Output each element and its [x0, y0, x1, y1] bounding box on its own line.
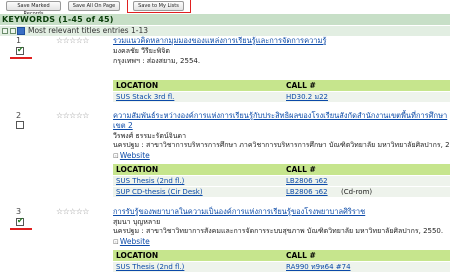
record-title-link[interactable]: ความสัมพันธ์ระหว่างองค์การแห่งการเรียนรู…	[113, 111, 450, 131]
rating-stars[interactable]: ☆☆☆☆☆	[56, 36, 89, 45]
record-number: 2	[16, 111, 22, 120]
red-underline	[10, 228, 32, 230]
call-number-link[interactable]: RA990 ท9ห64 #74	[286, 262, 351, 272]
rating-stars[interactable]: ☆☆☆☆☆	[56, 207, 89, 216]
holdings-header: LOCATION CALL #	[113, 80, 450, 91]
call-header: CALL #	[286, 81, 316, 90]
record-number: 1	[16, 36, 22, 45]
website-label[interactable]: Website	[120, 151, 150, 160]
relevance-icon	[17, 27, 25, 35]
expand-icon[interactable]	[2, 28, 8, 34]
results-header: KEYWORDS (1-45 of 45)	[0, 14, 450, 25]
call-header: CALL #	[286, 165, 316, 174]
record-author: สุมนา บุญหลาย	[113, 218, 161, 226]
website-link[interactable]: ⊡Website	[113, 151, 150, 160]
call-header: CALL #	[286, 251, 316, 260]
holdings-header: LOCATION CALL #	[113, 164, 450, 175]
save-marked-records-button[interactable]: Save Marked Records	[6, 1, 61, 17]
record-title-link[interactable]: การรับรู้ของพยาบาลในความเป็นองค์การแห่งก…	[113, 207, 365, 217]
red-underline	[10, 57, 32, 59]
holding-row: SUS Thesis (2nd fl.) LB2806 ว62	[113, 176, 450, 186]
call-number-link[interactable]: HD30.2 ม22	[286, 92, 328, 102]
location-link[interactable]: SUP CD-thesis (Cir Desk)	[116, 187, 203, 197]
link-icon: ⊡	[113, 152, 119, 160]
record-author: วีรพงศ์ ธรรมะรัตน์จินดา	[113, 132, 187, 140]
website-label[interactable]: Website	[120, 237, 150, 246]
call-number-link[interactable]: LB2806 ว62	[286, 187, 328, 197]
location-header: LOCATION	[116, 251, 159, 260]
results-title: KEYWORDS (1-45 of 45)	[2, 15, 114, 24]
holding-row: SUS Stack 3rd fl. HD30.2 ม22	[113, 92, 450, 102]
location-link[interactable]: SUS Stack 3rd fl.	[116, 92, 174, 102]
location-header: LOCATION	[116, 165, 159, 174]
record-publisher: กรุงเทพฯ : ส่องสยาม, 2554.	[113, 57, 201, 65]
highlight-box	[127, 0, 191, 13]
record-number: 3	[16, 207, 22, 216]
rating-stars[interactable]: ☆☆☆☆☆	[56, 111, 89, 120]
location-link[interactable]: SUS Thesis (2nd fl.)	[116, 176, 184, 186]
collapse-icon[interactable]	[10, 28, 16, 34]
link-icon: ⊡	[113, 238, 119, 246]
location-header: LOCATION	[116, 81, 159, 90]
location-link[interactable]: SUS Thesis (2nd fl.)	[116, 262, 184, 272]
record-publisher: นครปฐม : สาขาวิชาวิทยาการสังคมและการจัดก…	[113, 227, 444, 235]
record-checkbox[interactable]	[16, 216, 24, 226]
record-publisher: นครปฐม : สาขาวิชาการบริหารการศึกษา ภาควิ…	[113, 141, 450, 149]
sort-label: Most relevant titles entries 1-13	[28, 26, 148, 35]
toolbar: Save Marked Records Save All On Page Sav…	[0, 0, 450, 17]
holdings-header: LOCATION CALL #	[113, 250, 450, 261]
record-checkbox[interactable]	[16, 121, 24, 129]
record-checkbox[interactable]	[16, 45, 24, 55]
save-all-on-page-button[interactable]: Save All On Page	[68, 1, 120, 11]
website-link[interactable]: ⊡Website	[113, 237, 150, 246]
holding-row: SUP CD-thesis (Cir Desk) LB2806 ว62 (Cd-…	[113, 187, 450, 197]
sort-bar: Most relevant titles entries 1-13	[0, 26, 450, 36]
record-title-link[interactable]: รวมแนวคิดหลากมุมมองของแหล่งการเรียนรู้แล…	[113, 36, 326, 46]
call-number-link[interactable]: LB2806 ว62	[286, 176, 328, 186]
record-author: มงคลชัย วีรียะพิจิต	[113, 47, 170, 55]
holding-row: SUS Thesis (2nd fl.) RA990 ท9ห64 #74	[113, 262, 450, 272]
holding-note: (Cd-rom)	[341, 188, 373, 196]
